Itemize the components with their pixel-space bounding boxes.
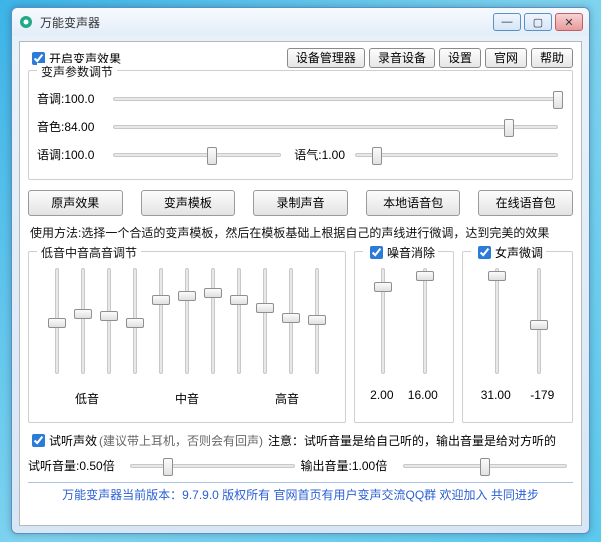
- eq-group: 低音中音高音调节 低音 中音 高音: [28, 251, 346, 423]
- client-area: 开启变声效果 设备管理器 录音设备 设置 官网 帮助 变声参数调节 音调:100…: [19, 41, 582, 526]
- record-audio-button[interactable]: 录制声音: [253, 190, 348, 216]
- pitch-label: 音调:100.0: [37, 90, 107, 107]
- female-tune-label: 女声微调: [495, 244, 543, 261]
- recording-device-button[interactable]: 录音设备: [369, 48, 435, 68]
- output-volume-label: 输出音量:1.00倍: [301, 457, 397, 474]
- settings-button[interactable]: 设置: [439, 48, 481, 68]
- timbre-label: 音色:84.00: [37, 118, 107, 135]
- official-website-button[interactable]: 官网: [485, 48, 527, 68]
- original-effect-button[interactable]: 原声效果: [28, 190, 123, 216]
- maximize-button[interactable]: ▢: [524, 13, 552, 31]
- ft-slider-1[interactable]: [487, 268, 507, 374]
- eq-band-slider-10[interactable]: [281, 268, 301, 374]
- local-voice-pack-button[interactable]: 本地语音包: [366, 190, 461, 216]
- breath-label: 语气:1.00: [287, 146, 349, 163]
- eq-legend: 低音中音高音调节: [37, 244, 141, 261]
- timbre-slider[interactable]: [113, 117, 558, 135]
- eq-band-slider-8[interactable]: [229, 268, 249, 374]
- voice-templates-button[interactable]: 变声模板: [141, 190, 236, 216]
- eq-band-slider-1[interactable]: [47, 268, 67, 374]
- listen-volume-slider[interactable]: [130, 456, 295, 474]
- preview-effect-checkbox[interactable]: [32, 434, 45, 447]
- voice-params-group: 变声参数调节 音调:100.0 音色:84.00 语调:100.0 语气:1.0…: [28, 70, 573, 180]
- eq-band-slider-5[interactable]: [151, 268, 171, 374]
- voice-params-legend: 变声参数调节: [37, 63, 117, 80]
- preview-hint: (建议带上耳机，否则会有回声): [99, 432, 263, 449]
- eq-band-slider-3[interactable]: [99, 268, 119, 374]
- nr-slider-1[interactable]: [373, 268, 393, 374]
- noise-reduction-label: 噪音消除: [387, 244, 435, 261]
- minimize-button[interactable]: —: [493, 13, 521, 31]
- nr-value-1: 2.00: [370, 388, 393, 402]
- ft-slider-2[interactable]: [529, 268, 549, 374]
- pitch-slider[interactable]: [113, 89, 558, 107]
- app-window: 万能变声器 — ▢ ✕ 开启变声效果 设备管理器 录音设备 设置 官网 帮助 变…: [11, 7, 590, 534]
- ft-value-1: 31.00: [481, 388, 511, 402]
- nr-slider-2[interactable]: [415, 268, 435, 374]
- formant-label: 语调:100.0: [37, 146, 107, 163]
- help-button[interactable]: 帮助: [531, 48, 573, 68]
- eq-band-slider-2[interactable]: [73, 268, 93, 374]
- eq-band-slider-11[interactable]: [307, 268, 327, 374]
- footer-text[interactable]: 万能变声器当前版本：9.7.9.0 版权所有 官网首页有用户变声交流QQ群 欢迎…: [28, 482, 573, 503]
- female-tune-group: 女声微调 31.00 -179: [462, 251, 573, 423]
- formant-slider[interactable]: [113, 145, 281, 163]
- eq-band-slider-7[interactable]: [203, 268, 223, 374]
- close-button[interactable]: ✕: [555, 13, 583, 31]
- eq-band-slider-4[interactable]: [125, 268, 145, 374]
- eq-mid-label: 中音: [175, 390, 199, 407]
- app-icon: [18, 14, 34, 30]
- online-voice-pack-button[interactable]: 在线语音包: [478, 190, 573, 216]
- device-manager-button[interactable]: 设备管理器: [287, 48, 365, 68]
- female-tune-checkbox[interactable]: [478, 246, 491, 259]
- usage-instructions: 使用方法:选择一个合适的变声模板，然后在模板基础上根据自己的声线进行微调，达到完…: [30, 224, 571, 241]
- noise-reduction-checkbox[interactable]: [370, 246, 383, 259]
- nr-value-2: 16.00: [408, 388, 438, 402]
- noise-reduction-group: 噪音消除 2.00 16.00: [354, 251, 454, 423]
- breath-slider[interactable]: [355, 145, 558, 163]
- listen-volume-label: 试听音量:0.50倍: [28, 457, 124, 474]
- eq-low-label: 低音: [75, 390, 99, 407]
- ft-value-2: -179: [530, 388, 554, 402]
- window-title: 万能变声器: [40, 14, 493, 31]
- eq-band-slider-9[interactable]: [255, 268, 275, 374]
- eq-band-slider-6[interactable]: [177, 268, 197, 374]
- titlebar[interactable]: 万能变声器 — ▢ ✕: [12, 8, 589, 36]
- eq-high-label: 高音: [275, 390, 299, 407]
- output-volume-slider[interactable]: [403, 456, 568, 474]
- volume-note: 注意：试听音量是给自己听的，输出音量是给对方听的: [268, 432, 556, 449]
- preview-effect-label: 试听声效: [49, 432, 97, 449]
